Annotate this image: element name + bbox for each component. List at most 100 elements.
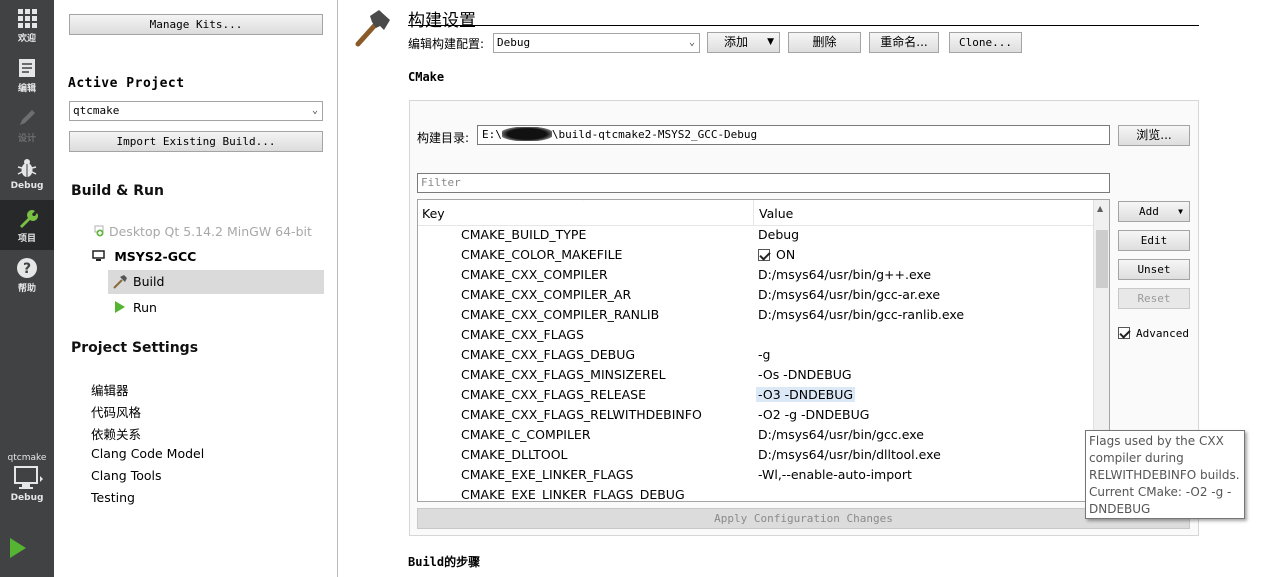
apply-configuration-changes-button[interactable]: Apply Configuration Changes [417,508,1190,529]
checkbox-checked[interactable] [758,249,770,261]
mode-design[interactable]: 设计 [0,100,54,150]
chevron-down-icon: ⌄ [311,105,318,116]
cmake-config-table[interactable]: Key ⌃ Value CMAKE_BUILD_TYPE Debug CMAKE_… [417,199,1110,502]
page-title: 构建设置 [408,11,476,31]
kit-item-label: MSYS2-GCC [114,249,197,264]
run-button[interactable] [0,530,54,570]
table-row[interactable]: CMAKE_CXX_FLAGS [418,324,1094,344]
table-row[interactable]: CMAKE_CXX_FLAGS_MINSIZEREL -Os -DNDEBUG [418,364,1094,384]
sidebar-item-run[interactable]: Run [108,295,324,319]
build-config-combo[interactable]: Debug ⌄ [493,33,700,53]
filter-input[interactable]: Filter [417,173,1110,193]
cmake-group-box: 构建目录: E:\ \build-qtcmake2-MSYS2_GCC-Debug… [409,100,1199,536]
sidebar-item-label: Build [133,274,165,289]
row-key: CMAKE_CXX_FLAGS_RELWITHDEBINFO [461,407,702,422]
browse-button[interactable]: 浏览... [1118,125,1190,146]
project-settings-heading: Project Settings [71,340,199,356]
row-value: D:/msys64/usr/bin/gcc-ranlib.exe [758,307,965,322]
row-key: CMAKE_C_COMPILER [461,427,591,442]
table-rows: CMAKE_BUILD_TYPE Debug CMAKE_COLOR_MAKEFI… [418,224,1094,502]
table-row-selected[interactable]: CMAKE_CXX_FLAGS_RELEASE -O3 -DNDEBUG [418,384,1094,404]
sidebar-item-build[interactable]: Build [108,270,324,294]
row-value-text: ON [776,247,796,262]
hammer-icon [355,10,390,47]
row-value: -g [758,347,771,362]
manage-kits-button[interactable]: Manage Kits... [69,14,323,35]
table-row[interactable]: CMAKE_EXE_LINKER_FLAGS -Wl,--enable-auto-… [418,464,1094,484]
settings-item-code-style[interactable]: 代码风格 [91,402,141,421]
reset-entry-button[interactable]: Reset [1118,288,1190,309]
table-row[interactable]: CMAKE_COLOR_MAKEFILE ON [418,244,1094,264]
kit-config-name: Debug [10,493,44,503]
row-key: CMAKE_CXX_COMPILER [461,267,608,282]
caret-down-icon: ▼ [767,37,774,47]
svg-text:?: ? [23,261,31,277]
table-row[interactable]: CMAKE_CXX_COMPILER_RANLIB D:/msys64/usr/b… [418,304,1094,324]
add-config-button[interactable]: 添加 ▼ [707,32,780,53]
mode-projects[interactable]: 项目 [0,200,54,250]
settings-item-clang-code-model[interactable]: Clang Code Model [91,446,204,461]
row-value: -Os -DNDEBUG [758,367,852,382]
kit-item-label: Desktop Qt 5.14.2 MinGW 64-bit [108,224,312,239]
pencil-icon [20,110,35,125]
table-row[interactable]: CMAKE_DLLTOOL D:/msys64/usr/bin/dlltool.e… [418,444,1094,464]
clone-config-button[interactable]: Clone... [949,32,1022,53]
edit-entry-button[interactable]: Edit [1118,230,1190,251]
row-value: -O3 -DNDEBUG [756,387,856,402]
row-key: CMAKE_EXE_LINKER_FLAGS_DEBUG [461,487,685,502]
mode-label: 帮助 [17,284,36,294]
mode-edit[interactable]: 编辑 [0,50,54,100]
row-value: -O2 -g -DNDEBUG [758,407,870,422]
advanced-label: Advanced [1136,327,1189,340]
checkbox-checked[interactable] [1118,327,1130,339]
row-key: CMAKE_DLLTOOL [461,447,568,462]
active-project-heading: Active Project [68,76,185,91]
project-combo-value: qtcmake [73,104,120,117]
mode-debug[interactable]: Debug [0,150,54,200]
table-row[interactable]: CMAKE_CXX_FLAGS_DEBUG -g [418,344,1094,364]
table-row[interactable]: CMAKE_BUILD_TYPE Debug [418,224,1094,244]
mode-label: 编辑 [17,84,36,94]
help-icon: ? [17,258,37,278]
settings-item-dependencies[interactable]: 依赖关系 [91,424,141,443]
play-icon [10,538,26,558]
build-steps-heading: Build的步骤 [408,555,481,569]
unset-entry-button[interactable]: Unset [1118,259,1190,280]
scroll-up-arrow-icon[interactable]: ▲ [1097,204,1103,213]
settings-item-testing[interactable]: Testing [91,490,135,505]
settings-item-clang-tools[interactable]: Clang Tools [91,468,161,483]
hammer-icon [113,275,127,289]
delete-config-button[interactable]: 删除 [788,32,861,53]
row-key: CMAKE_CXX_COMPILER_RANLIB [461,307,660,322]
redacted-scribble [501,127,552,141]
rename-config-button[interactable]: 重命名... [869,32,939,53]
kit-item-desktop-qt[interactable]: Desktop Qt 5.14.2 MinGW 64-bit [94,224,312,239]
mode-help[interactable]: ? 帮助 [0,250,54,300]
project-combo[interactable]: qtcmake ⌄ [69,101,323,121]
column-header-value[interactable]: Value [759,206,793,221]
mode-label: 欢迎 [17,34,36,44]
monitor-icon [92,250,105,261]
table-row[interactable]: CMAKE_CXX_FLAGS_RELWITHDEBINFO -O2 -g -DN… [418,404,1094,424]
add-entry-button[interactable]: Add ▼ [1118,201,1190,222]
table-row[interactable]: CMAKE_CXX_COMPILER D:/msys64/usr/bin/g++.… [418,264,1094,284]
build-config-value: Debug [497,36,531,49]
caret-down-icon: ▼ [1178,207,1183,216]
sidebar-item-label: Run [133,300,157,315]
import-existing-build-button[interactable]: Import Existing Build... [69,131,323,152]
add-kit-icon [94,225,104,237]
column-header-key[interactable]: Key [422,206,445,221]
mode-welcome[interactable]: 欢迎 [0,0,54,50]
table-row[interactable]: CMAKE_EXE_LINKER_FLAGS_DEBUG [418,484,1094,502]
build-dir-field[interactable]: E:\ \build-qtcmake2-MSYS2_GCC-Debug [477,125,1110,145]
table-row[interactable]: CMAKE_CXX_COMPILER_AR D:/msys64/usr/bin/g… [418,284,1094,304]
scrollbar-thumb[interactable] [1096,230,1108,288]
kit-item-msys2-gcc[interactable]: MSYS2-GCC [92,249,196,264]
cmake-heading: CMake [408,70,445,84]
play-icon [115,301,125,313]
monitor-icon [14,466,43,489]
table-row[interactable]: CMAKE_C_COMPILER D:/msys64/usr/bin/gcc.ex… [418,424,1094,444]
kit-selector[interactable]: qtcmake Debug [0,450,54,520]
advanced-checkbox[interactable]: Advanced [1118,327,1189,340]
settings-item-editor[interactable]: 编辑器 [91,380,129,399]
